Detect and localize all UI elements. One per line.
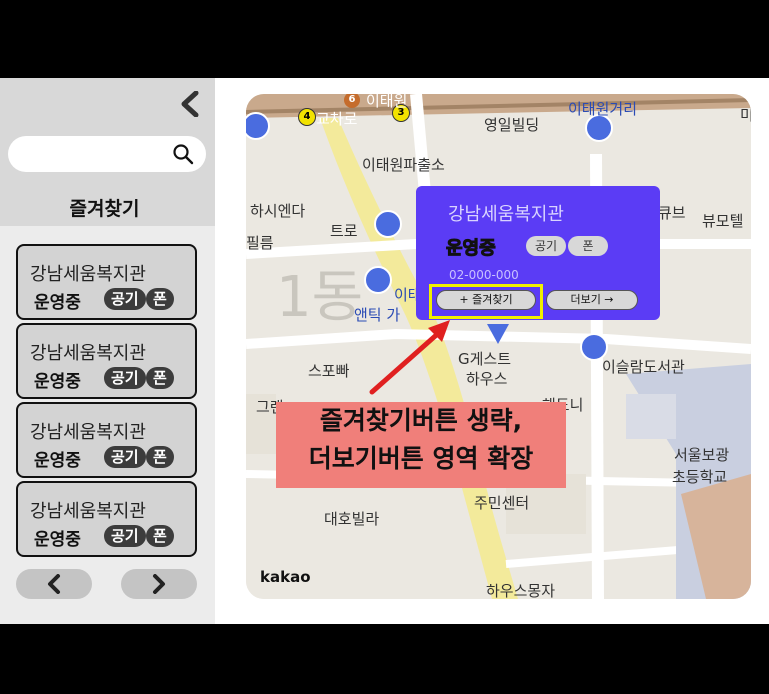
map-label: 트로 (330, 222, 358, 240)
subway-line-4-icon: 4 (298, 108, 316, 126)
map-label: 이슬람도서관 (602, 358, 685, 376)
map-label: 뷰모텔 (702, 212, 744, 230)
prev-page-button[interactable] (16, 569, 92, 599)
air-tag: 공기 (526, 236, 566, 256)
card-status: 운영중 (34, 530, 81, 550)
bus-stop-icon[interactable] (364, 266, 392, 294)
favorites-title: 즐겨찾기 (69, 198, 140, 220)
map-label: 스포빠 (308, 362, 350, 380)
air-tag: 공기 (104, 367, 146, 389)
favorite-card[interactable]: 강남세움복지관 운영중 공기 폰 (16, 323, 197, 399)
kakao-logo: kakao (260, 568, 311, 586)
map-label: 1동 (276, 265, 364, 330)
map-label: 교차로 (316, 110, 358, 128)
card-name: 강남세움복지관 (30, 422, 146, 443)
map-background (246, 94, 751, 599)
map-label: 이태원 (366, 94, 408, 110)
map-view[interactable]: 4 3 6 이태원 교차로 이태원거리 미 영일빌딩 이태원파출소 하시엔다 트… (246, 94, 751, 599)
phone-tag: 폰 (146, 367, 174, 389)
card-name: 강남세움복지관 (30, 501, 146, 522)
favorite-card[interactable]: 강남세움복지관 운영중 공기 폰 (16, 481, 197, 557)
map-label: 서울보광 (674, 446, 730, 464)
more-button[interactable]: 더보기 → (546, 290, 638, 310)
popup-phone: 02-000-000 (449, 268, 519, 282)
map-label: 초등학교 (672, 468, 728, 486)
map-label: 이태원거리 (568, 100, 638, 118)
air-tag: 공기 (104, 525, 146, 547)
chevron-left-icon (48, 574, 60, 594)
card-name: 강남세움복지관 (30, 343, 146, 364)
app-screen: 즐겨찾기 강남세움복지관 운영중 공기 폰 강남세움복지관 운영중 공기 폰 강… (0, 78, 769, 624)
annotation-note: 즐겨찾기버튼 생략, 더보기버튼 영역 확장 (276, 402, 566, 488)
annotation-line: 더보기버튼 영역 확장 (308, 444, 534, 473)
air-tag: 공기 (104, 288, 146, 310)
map-label: 영일빌딩 (484, 116, 540, 134)
phone-tag: 폰 (146, 525, 174, 547)
card-name: 강남세움복지관 (30, 264, 146, 285)
map-label: 주민센터 (474, 494, 530, 512)
next-page-button[interactable] (121, 569, 197, 599)
map-label: 하우스 (466, 370, 508, 388)
card-status: 운영중 (34, 451, 81, 471)
annotation-line: 즐겨찾기버튼 생략, (319, 406, 523, 435)
sidebar: 즐겨찾기 강남세움복지관 운영중 공기 폰 강남세움복지관 운영중 공기 폰 강… (0, 78, 215, 624)
popup-title: 강남세움복지관 (448, 204, 564, 225)
chevron-right-icon (153, 574, 165, 594)
map-label: 큐브 (658, 204, 686, 222)
bus-stop-icon[interactable] (374, 210, 402, 238)
annotation-arrow (369, 320, 450, 395)
card-status: 운영중 (34, 293, 81, 313)
search-icon[interactable] (172, 143, 194, 165)
map-label: 하시엔다 (250, 202, 306, 220)
popup-status: 운영중 (446, 238, 497, 260)
favorite-card[interactable]: 강남세움복지관 운영중 공기 폰 (16, 244, 197, 320)
map-label: 하우스몽자 (486, 582, 556, 599)
location-pin-icon[interactable] (485, 320, 511, 346)
card-status: 운영중 (34, 372, 81, 392)
air-tag: 공기 (104, 446, 146, 468)
search-input[interactable] (8, 136, 206, 172)
favorite-card[interactable]: 강남세움복지관 운영중 공기 폰 (16, 402, 197, 478)
map-label: 미 (740, 106, 751, 124)
phone-tag: 폰 (146, 446, 174, 468)
back-button[interactable] (176, 90, 204, 118)
map-label: 이태원파출소 (362, 156, 445, 174)
map-label: 필름 (246, 234, 274, 252)
map-label: 대호빌라 (324, 510, 380, 528)
phone-tag: 폰 (146, 288, 174, 310)
phone-tag: 폰 (568, 236, 608, 256)
chevron-left-icon (181, 91, 199, 117)
